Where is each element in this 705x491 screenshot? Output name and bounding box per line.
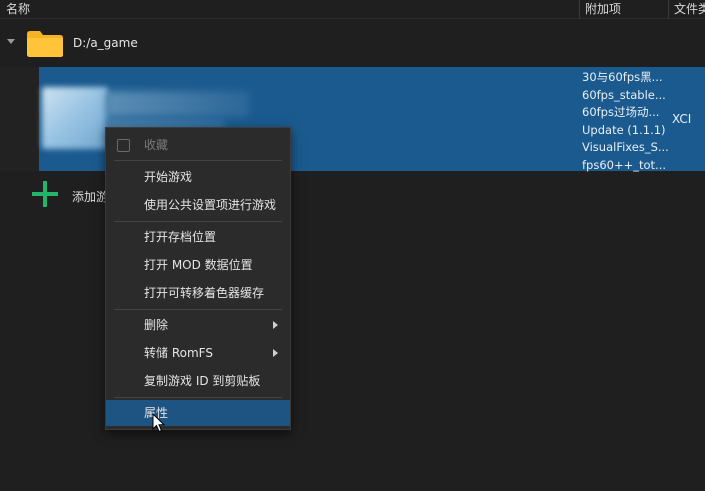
- plus-icon: [32, 192, 58, 196]
- menu-separator: [114, 221, 282, 222]
- game-addons-list: 30与60fps黑... 60fps_stable... 60fps过场动...…: [582, 69, 669, 174]
- menu-item-label: 开始游戏: [144, 170, 193, 184]
- addon-item: VisualFixes_S...: [582, 140, 669, 154]
- menu-item-open-shader-cache[interactable]: 打开可转移着色器缓存: [106, 280, 290, 306]
- column-addons-header[interactable]: 附加项: [585, 1, 621, 17]
- game-file-type: XCI: [672, 112, 692, 126]
- menu-item-start-with-global-settings[interactable]: 使用公共设置项进行游戏: [106, 192, 290, 218]
- menu-item-label: 打开 MOD 数据位置: [144, 258, 253, 272]
- mouse-cursor-icon: [152, 413, 166, 433]
- menu-item-dump-romfs[interactable]: 转储 RomFS: [106, 340, 290, 366]
- menu-item-delete[interactable]: 删除: [106, 312, 290, 338]
- folder-path: D:/a_game: [73, 36, 138, 50]
- column-divider[interactable]: [579, 0, 580, 18]
- folder-icon: [27, 31, 63, 57]
- addon-item: Update (1.1.1): [582, 122, 666, 137]
- addon-item: 30与60fps黑...: [582, 70, 663, 84]
- add-game-label: 添加游: [72, 190, 109, 204]
- menu-item-open-save-location[interactable]: 打开存档位置: [106, 224, 290, 250]
- menu-item-label: 打开存档位置: [144, 230, 217, 244]
- menu-item-label: 使用公共设置项进行游戏: [144, 198, 277, 212]
- menu-item-copy-game-id[interactable]: 复制游戏 ID 到剪贴板: [106, 368, 290, 394]
- menu-separator: [114, 397, 282, 398]
- chevron-right-icon: [273, 349, 278, 357]
- column-divider[interactable]: [668, 0, 669, 18]
- menu-item-properties[interactable]: 属性: [106, 400, 290, 426]
- column-header: 名称 附加项 文件类: [0, 0, 705, 19]
- addon-item: 60fps过场动...: [582, 105, 660, 119]
- column-filetype-header[interactable]: 文件类: [674, 1, 705, 17]
- game-list-window: 名称 附加项 文件类 D:/a_game 30与60fps黑... 60fps_…: [0, 0, 705, 491]
- menu-item-label: 收藏: [144, 138, 169, 152]
- menu-item-label: 删除: [144, 318, 169, 332]
- context-menu: 收藏 开始游戏 使用公共设置项进行游戏 打开存档位置 打开 MOD 数据位置 打…: [105, 127, 291, 430]
- chevron-down-icon[interactable]: [7, 39, 15, 44]
- column-name-header[interactable]: 名称: [6, 1, 30, 17]
- menu-item-start-game[interactable]: 开始游戏: [106, 164, 290, 190]
- menu-separator: [114, 309, 282, 310]
- menu-item-label: 打开可转移着色器缓存: [144, 286, 265, 300]
- menu-separator: [114, 160, 282, 161]
- addon-item: fps60++_tot...: [582, 157, 667, 172]
- menu-item-label: 复制游戏 ID 到剪贴板: [144, 374, 261, 388]
- game-cover-image: [42, 87, 108, 149]
- game-row-gutter: [0, 67, 39, 171]
- menu-item-favorite: 收藏: [106, 132, 290, 158]
- menu-item-open-mod-location[interactable]: 打开 MOD 数据位置: [106, 252, 290, 278]
- menu-item-label: 转储 RomFS: [144, 346, 213, 360]
- addon-item: 60fps_stable...: [582, 87, 666, 102]
- favorite-checkbox: [117, 139, 130, 152]
- folder-row[interactable]: D:/a_game: [0, 26, 705, 62]
- game-title-redacted: [105, 91, 250, 117]
- chevron-right-icon: [273, 321, 278, 329]
